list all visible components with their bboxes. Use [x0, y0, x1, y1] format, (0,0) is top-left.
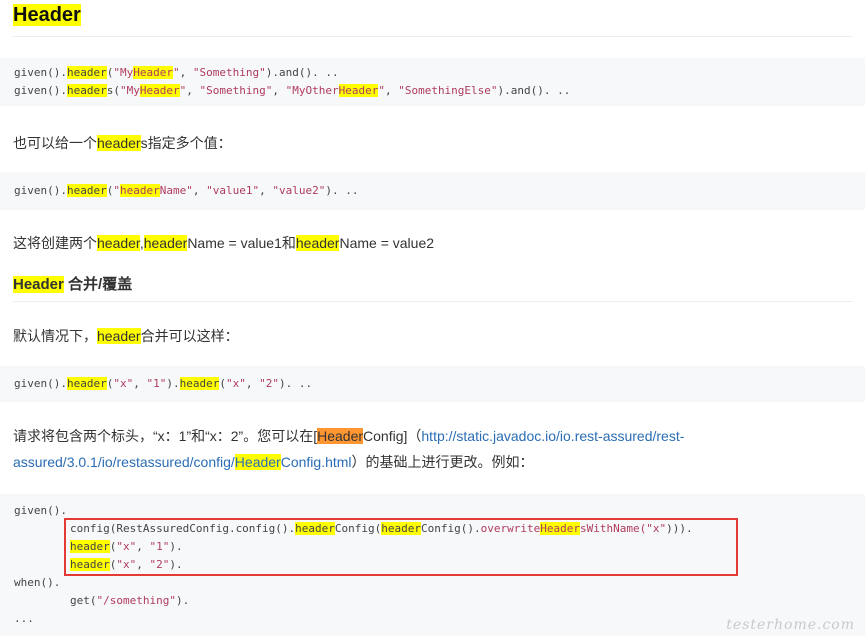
subheading-divider: [13, 301, 853, 302]
paragraph-config-line2: assured/3.0.1/io/restassured/config/Head…: [13, 454, 534, 470]
watermark: testerhome.com: [726, 617, 855, 633]
paragraph-default-merge: 默认情况下，header合并可以这样：: [13, 328, 239, 344]
code1-line1: given().header("MyHeader", "Something").…: [14, 66, 339, 79]
code4-when: when().: [14, 576, 61, 589]
paragraph-config-line1: 请求将包含两个标头，“x：1”和“x：2”。您可以在[HeaderConfig]…: [13, 428, 685, 444]
annotation-red-box: [64, 518, 738, 576]
javadoc-link-part1[interactable]: http://static.javadoc.io/io.rest-assured…: [421, 428, 684, 444]
code4-get: get("/something").: [70, 594, 190, 607]
subheading-merge-override: Header 合并/覆盖: [13, 276, 133, 293]
code-block-3: given().header("x", "1").header("x", "2"…: [0, 366, 865, 402]
paragraph-multi-values: 也可以给一个headers指定多个值：: [13, 135, 232, 151]
code-block-2: given().header("headerName", "value1", "…: [0, 172, 865, 210]
heading-divider: [13, 36, 853, 37]
paragraph-creates-two: 这将创建两个header,headerName = value1和headerN…: [13, 235, 435, 251]
code1-line2: given().headers("MyHeader", "Something",…: [14, 84, 571, 97]
page-heading-header: Header: [13, 4, 81, 27]
javadoc-link-part2[interactable]: assured/3.0.1/io/restassured/config/Head…: [13, 454, 352, 470]
code-block-1: given().header("MyHeader", "Something").…: [0, 58, 865, 106]
heading-highlight: Header: [13, 4, 81, 26]
